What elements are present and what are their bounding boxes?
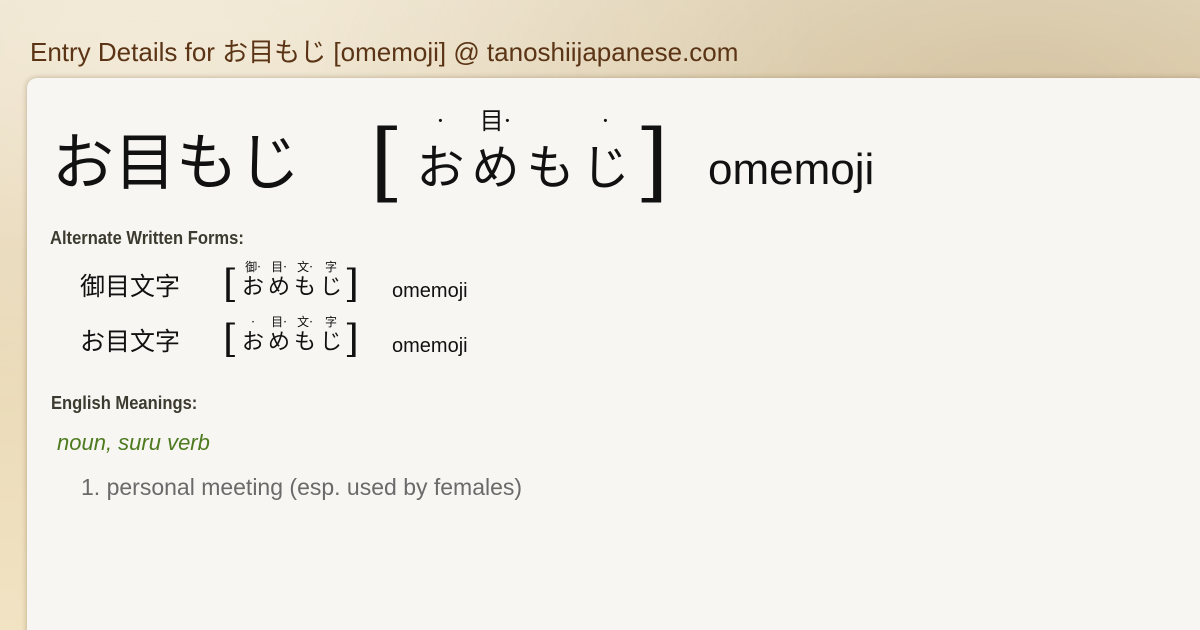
alternate-form-kana-char: も [293,275,316,300]
alternate-form-bracket-open: [ [223,317,238,361]
alternate-form-row: 御目文字 [ 御· 目· 文· 字 お め も じ ] omemoji [27,260,627,312]
definition-item: 1. personal meeting (esp. used by female… [81,474,523,500]
headword-reading: お め も じ [413,140,633,196]
entry-card: お目もじ [ · 目· · お め も じ ] omemoji Alternat… [27,78,1200,630]
headword-ruby: · 目· · [413,106,633,136]
alternate-form-ruby-char: 字 [324,260,337,274]
headword-romaji: omemoji [708,145,875,194]
alternate-form-ruby-char: 御· [245,260,261,274]
alternate-form-ruby: 御· 目· 文· 字 [240,260,344,274]
headword-written: お目もじ [52,126,301,199]
alternate-form-row: お目文字 [ · 目· 文· 字 お め も じ ] omemoji [27,315,627,367]
headword-ruby-char: · [601,107,610,135]
alternate-form-reading: お め も じ [240,329,344,357]
alternate-forms-label: Alternate Written Forms: [50,228,244,248]
alternate-form-kana-char: お [241,275,264,300]
alternate-form-kana-char: じ [319,275,342,300]
site-title[interactable]: Entry Details for お目もじ [omemoji] @ tanos… [30,32,738,69]
alternate-form-written: お目文字 [80,327,181,356]
alternate-form-kana-char: じ [319,330,342,355]
headword-bracket-close: ] [635,112,669,212]
alternate-form-ruby-char: 文· [297,315,313,329]
alternate-form-ruby-char: 字 [324,315,337,329]
alternate-form-ruby: · 目· 文· 字 [240,315,344,329]
alternate-form-ruby-char: 文· [297,260,313,274]
alternate-form-ruby-char: · [251,315,255,329]
headword-kana-char: め [471,140,520,196]
headword-ruby-char [523,106,578,136]
alternate-form-bracket-close: ] [344,317,359,361]
alternate-form-romaji: omemoji [392,335,468,357]
headword-ruby-char: 目· [479,107,512,135]
alternate-form-ruby-char: 目· [271,315,287,329]
part-of-speech: noun, suru verb [57,430,210,455]
headword-kana-char: じ [581,140,630,196]
alternate-form-written: 御目文字 [80,272,181,301]
headword-kana-char: も [526,140,575,196]
alternate-form-ruby-char: 目· [271,260,287,274]
headword-ruby-char: · [436,107,445,135]
alternate-form-kana-char: め [267,330,290,355]
headword-kana-char: お [416,140,465,196]
alternate-form-kana-char: お [241,330,264,355]
alternate-form-reading: お め も じ [240,274,344,302]
alternate-form-romaji: omemoji [392,280,468,302]
alternate-form-bracket-close: ] [344,262,359,306]
headword-bracket-open: [ [370,112,404,212]
english-meanings-label: English Meanings: [51,393,198,413]
alternate-form-kana-char: め [267,275,290,300]
alternate-form-bracket-open: [ [223,262,238,306]
alternate-form-kana-char: も [293,330,316,355]
